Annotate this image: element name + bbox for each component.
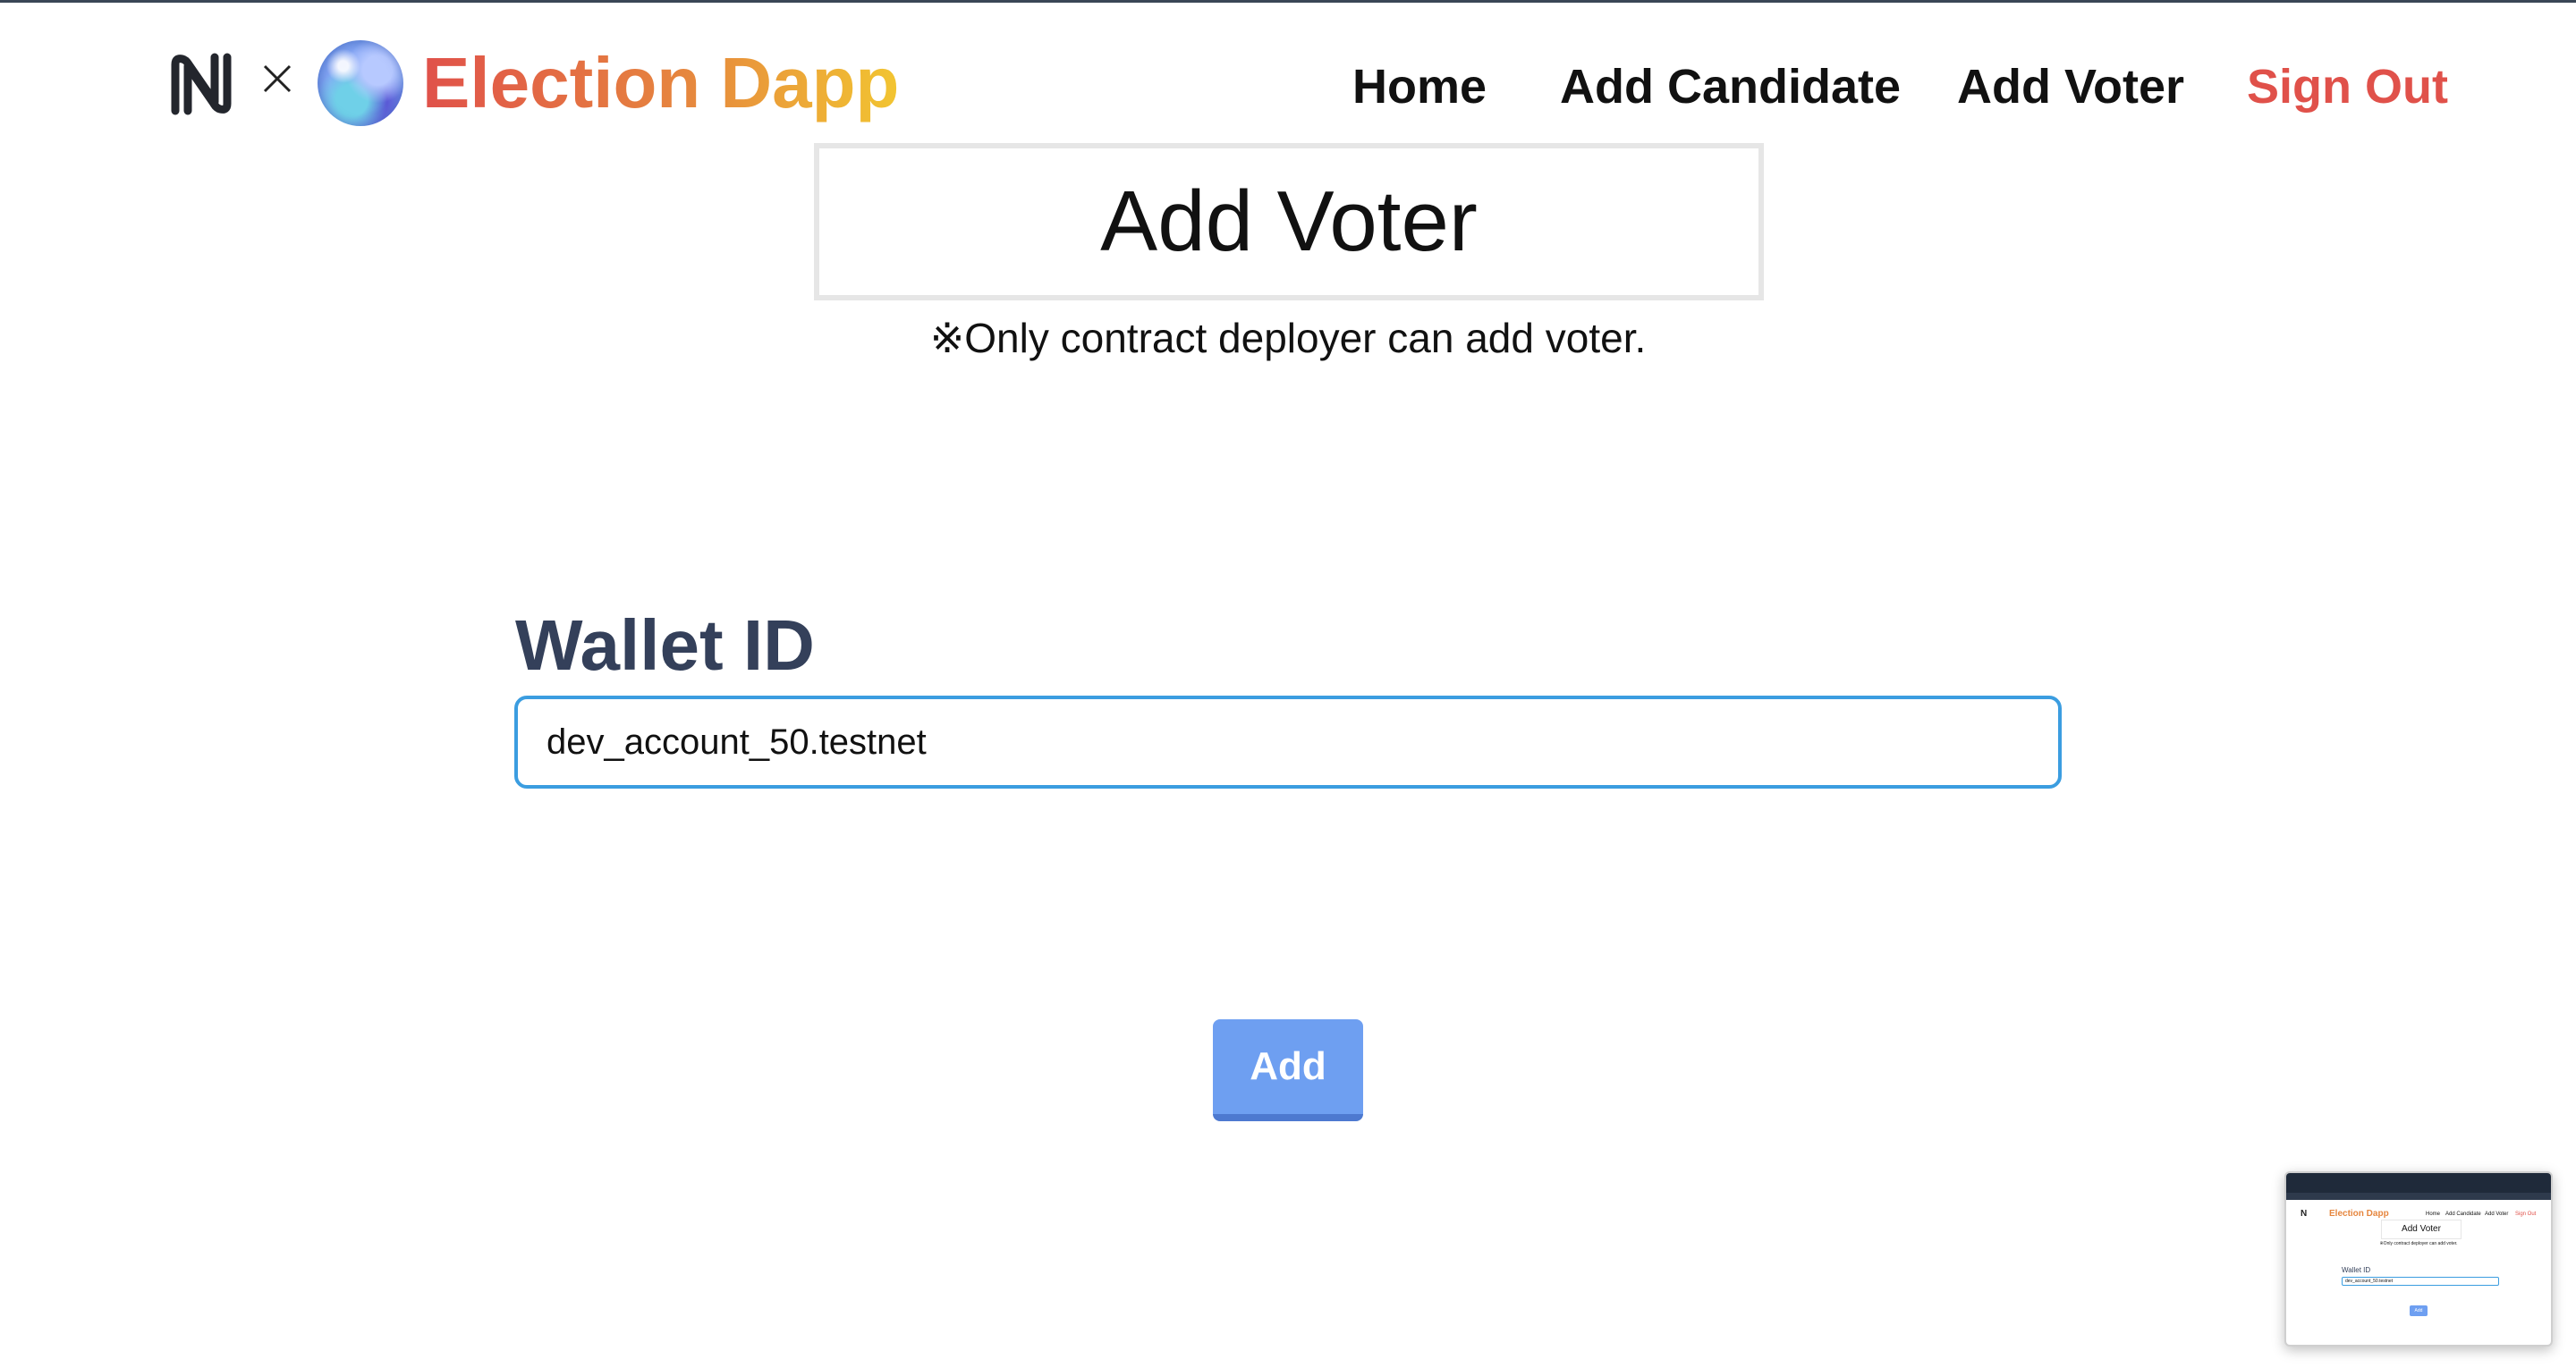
thumbnail-wallet-label: Wallet ID: [2342, 1266, 2371, 1274]
add-button[interactable]: Add: [1213, 1019, 1363, 1121]
wallet-id-label: Wallet ID: [515, 605, 815, 685]
thumbnail-browser-bar: [2286, 1173, 2551, 1193]
thumbnail-nav-add-candidate: Add Candidate: [2445, 1212, 2481, 1217]
thumbnail-near-logo-icon: N: [2301, 1209, 2308, 1219]
thumbnail-title-box: Add Voter: [2381, 1220, 2462, 1239]
header: Election Dapp Home Add Candidate Add Vot…: [0, 0, 2576, 143]
page-title: Add Voter: [1100, 173, 1478, 269]
wallet-id-input[interactable]: [514, 696, 2062, 789]
thumbnail-bookmark-bar: [2286, 1193, 2551, 1200]
page-subtitle: ※Only contract deployer can add voter.: [929, 315, 1647, 361]
thumbnail-add-button: Add: [2410, 1305, 2428, 1316]
screenshot-thumbnail[interactable]: N Election Dapp Home Add Candidate Add V…: [2284, 1171, 2553, 1347]
nav-add-candidate[interactable]: Add Candidate: [1560, 55, 1901, 118]
nav-add-voter[interactable]: Add Voter: [1957, 55, 2184, 118]
thumbnail-title: Add Voter: [2402, 1224, 2441, 1234]
thumbnail-brand: Election Dapp: [2329, 1209, 2389, 1219]
page-title-box: Add Voter: [814, 143, 1764, 300]
near-logo-icon[interactable]: [170, 52, 233, 116]
thumbnail-nav-add-voter: Add Voter: [2485, 1212, 2509, 1217]
times-icon: [263, 64, 292, 93]
thumbnail-subtitle: ※Only contract deployer can add voter.: [2379, 1241, 2458, 1246]
thumbnail-wallet-input: dev_account_50.testnet: [2342, 1277, 2499, 1286]
orb-logo-icon: [318, 40, 403, 126]
nav-home[interactable]: Home: [1352, 55, 1487, 118]
nav-sign-out[interactable]: Sign Out: [2247, 55, 2448, 118]
thumbnail-nav-sign-out: Sign Out: [2515, 1212, 2537, 1217]
brand-title[interactable]: Election Dapp: [422, 43, 899, 123]
thumbnail-nav-home: Home: [2426, 1212, 2441, 1217]
